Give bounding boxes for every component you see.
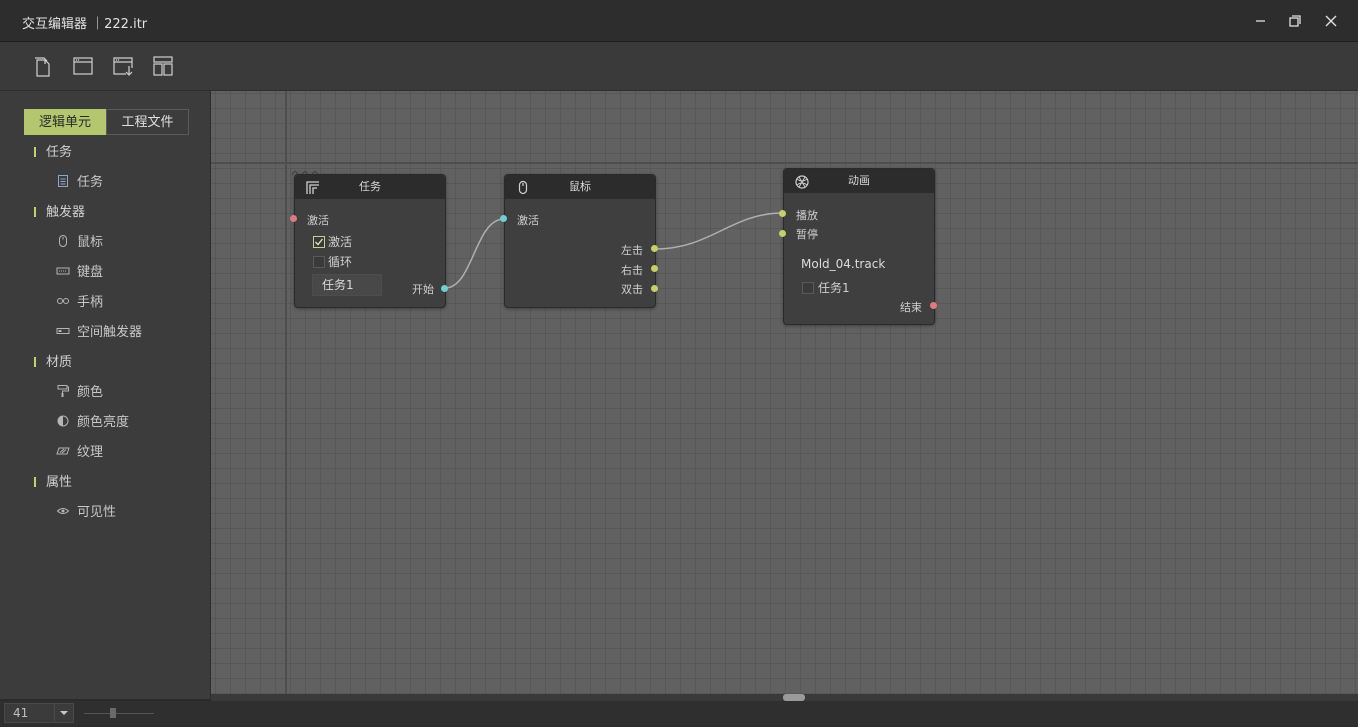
chevron-down-icon [60, 711, 68, 715]
animation-play-port[interactable] [779, 210, 786, 217]
scrollbar-thumb[interactable] [783, 694, 805, 701]
save-button[interactable] [111, 54, 135, 78]
check-icon [315, 238, 324, 246]
zoom-value: 41 [13, 706, 29, 720]
zoom-slider-thumb[interactable] [110, 708, 116, 718]
animation-pause-port[interactable] [779, 230, 786, 237]
sidebar-item-mouse[interactable]: 鼠标 [56, 233, 103, 253]
new-file-icon [35, 57, 50, 77]
layout-icon [153, 56, 173, 76]
sidebar-item-gamepad[interactable]: 手柄 [56, 293, 103, 313]
node-animation-title: 动画 [848, 174, 870, 187]
sidebar-item-visibility[interactable]: 可见性 [56, 503, 116, 523]
node-animation[interactable]: 动画 播放 暂停 Mold_04.track 任务1 结束 [779, 168, 937, 325]
zoom-slider-track[interactable] [84, 713, 154, 714]
task-input-label: 激活 [307, 214, 329, 227]
category-trigger[interactable]: 触发器 [34, 203, 85, 223]
node-mouse-title: 鼠标 [569, 180, 591, 193]
mouse-output-double-click-port[interactable] [651, 285, 658, 292]
gamepad-icon [57, 298, 69, 304]
sidebar-item-keyboard[interactable]: 键盘 [56, 263, 103, 283]
task-node-icon [306, 181, 319, 194]
dropdown-arrow[interactable] [54, 704, 73, 722]
save-window-icon [113, 57, 133, 76]
mouse-icon [59, 235, 67, 247]
contrast-icon [57, 415, 69, 427]
task-output-port[interactable] [441, 285, 448, 292]
restore-button[interactable] [1284, 10, 1306, 32]
sidebar-item-color-brightness[interactable]: 颜色亮度 [56, 413, 129, 433]
mouse-output-double-click-label: 双击 [621, 283, 643, 296]
sidebar-item-space-trigger[interactable]: 空间触发器 [56, 323, 142, 343]
tab-project-files[interactable]: 工程文件 [106, 109, 189, 135]
animation-end-port[interactable] [930, 302, 937, 309]
sidebar-item-texture[interactable]: 纹理 [56, 443, 103, 463]
node-animation-header[interactable]: 动画 [784, 169, 934, 193]
task-output-label: 开始 [412, 283, 434, 296]
keyboard-icon [56, 267, 70, 275]
node-canvas[interactable]: 任务 激活 激活 循环 任务1 开始 鼠标 激活 左击 右击 双击 动画 播放 … [211, 91, 1358, 694]
category-material[interactable]: 材质 [34, 353, 72, 373]
task-loop-checkbox[interactable] [313, 256, 325, 268]
status-bar: 41 [0, 701, 1358, 726]
animation-task-checkbox[interactable] [802, 282, 814, 294]
wire-mouse-to-animation [654, 212, 784, 250]
restore-icon [1289, 15, 1301, 27]
animation-end-label: 结束 [900, 301, 922, 314]
task-activate-checkbox[interactable] [313, 236, 325, 248]
mouse-output-left-click-port[interactable] [651, 245, 658, 252]
toolbar [0, 42, 1358, 91]
mouse-input-port[interactable] [500, 215, 507, 222]
node-task[interactable]: 任务 激活 激活 循环 任务1 开始 [290, 174, 448, 308]
title-bar: 交互编辑器 ｜222.itr [0, 0, 1358, 42]
mouse-output-right-click-port[interactable] [651, 265, 658, 272]
mouse-output-left-click-label: 左击 [621, 244, 643, 257]
space-trigger-icon [56, 328, 70, 334]
mouse-input-label: 激活 [517, 214, 539, 227]
sidebar-item-task[interactable]: 任务 [56, 173, 103, 193]
category-property[interactable]: 属性 [34, 473, 72, 493]
close-button[interactable] [1320, 10, 1342, 32]
task-loop-label: 循环 [328, 255, 353, 269]
animation-node-icon [795, 175, 809, 189]
sidebar: 逻辑单元 工程文件 任务 任务 触发器 鼠标 键盘 手柄 空间触发器 材质 颜色… [0, 91, 211, 699]
zoom-dropdown[interactable]: 41 [4, 703, 74, 723]
node-task-title: 任务 [359, 180, 381, 193]
animation-pause-label: 暂停 [796, 228, 818, 241]
wire-task-to-mouse [444, 218, 505, 289]
texture-icon [56, 447, 70, 455]
category-task[interactable]: 任务 [34, 143, 72, 163]
minimize-button[interactable] [1250, 10, 1272, 32]
animation-track-name: Mold_04.track [801, 257, 886, 271]
new-file-button[interactable] [31, 54, 55, 78]
close-icon [1325, 15, 1337, 27]
node-task-header[interactable]: 任务 [295, 175, 445, 199]
minimize-icon [1256, 20, 1265, 22]
layout-button[interactable] [151, 54, 175, 78]
task-activate-label: 激活 [328, 235, 353, 249]
window-icon [73, 57, 93, 75]
sidebar-item-color[interactable]: 颜色 [56, 383, 103, 403]
window-title: 交互编辑器 ｜222.itr [22, 17, 148, 32]
node-mouse[interactable]: 鼠标 激活 左击 右击 双击 [500, 174, 658, 308]
mouse-node-icon [518, 180, 528, 195]
mouse-output-right-click-label: 右击 [621, 264, 643, 277]
sidebar-tabs: 逻辑单元 工程文件 [24, 109, 189, 135]
tab-logic-units[interactable]: 逻辑单元 [24, 109, 106, 135]
animation-play-label: 播放 [796, 209, 818, 222]
task-input-port[interactable] [290, 215, 297, 222]
task-name-field[interactable]: 任务1 [312, 274, 382, 296]
animation-task-checkbox-label: 任务1 [818, 281, 850, 295]
node-mouse-header[interactable]: 鼠标 [505, 175, 655, 199]
task-doc-icon [58, 175, 68, 187]
canvas-horizontal-scrollbar[interactable] [211, 694, 1358, 701]
paint-roller-icon [57, 385, 69, 397]
eye-icon [56, 508, 70, 514]
open-window-button[interactable] [71, 54, 95, 78]
